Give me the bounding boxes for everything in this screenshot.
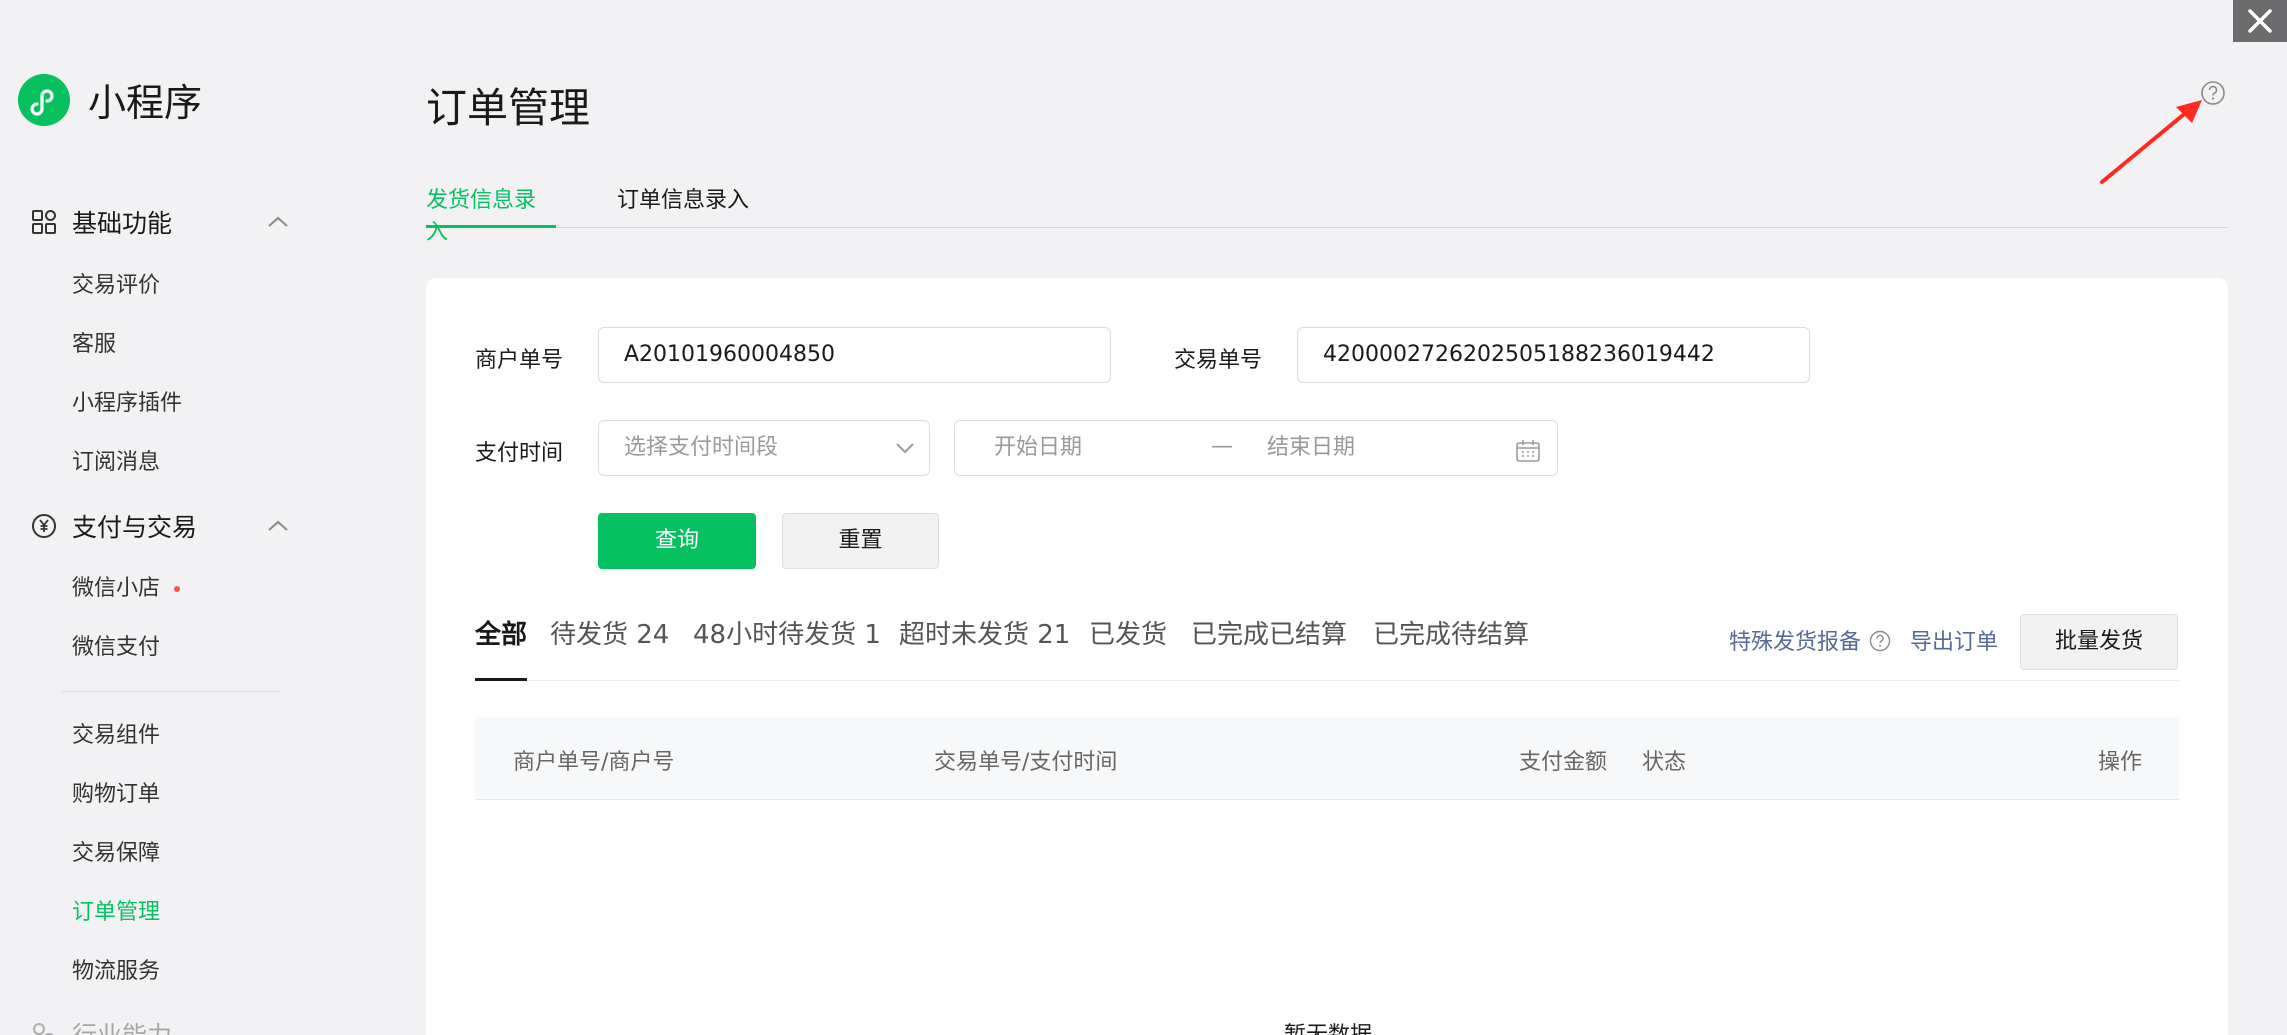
active-tab-indicator: [475, 678, 527, 681]
status-tab-settled[interactable]: 已完成已结算: [1191, 614, 1347, 651]
industry-icon: [30, 1020, 58, 1035]
notification-dot: [174, 586, 181, 592]
sidebar-item-customer-service[interactable]: 客服: [72, 329, 116, 361]
nav-group-label: 行业能力: [72, 1016, 172, 1035]
brand-name: 小程序: [88, 81, 203, 125]
sidebar-item-order-management[interactable]: 订单管理: [72, 897, 160, 929]
pay-time-select[interactable]: 选择支付时间段: [598, 420, 930, 476]
sidebar-item-plugins[interactable]: 小程序插件: [72, 388, 182, 420]
status-tab-overdue[interactable]: 超时未发货 21: [899, 614, 1070, 651]
top-tabs: 发货信息录入 订单信息录入: [426, 170, 2228, 245]
sidebar-item-subscribe-messages[interactable]: 订阅消息: [72, 447, 160, 479]
pay-time-label: 支付时间: [475, 441, 564, 466]
table-header: 商户单号/商户号 交易单号/支付时间 支付金额 状态 操作: [475, 717, 2179, 800]
start-date-input[interactable]: 开始日期: [994, 421, 1082, 475]
chevron-up-icon: [268, 216, 288, 227]
empty-state-text: 暂无数据: [1284, 1017, 1372, 1035]
status-tab-pending-settlement[interactable]: 已完成待结算: [1373, 614, 1529, 651]
sidebar-item-wechat-pay[interactable]: 微信支付: [72, 632, 160, 664]
end-date-input[interactable]: 结束日期: [1267, 421, 1355, 475]
tab-shipping-info[interactable]: 发货信息录入: [426, 182, 556, 245]
trade-no-input[interactable]: 4200002726202505188236019442: [1297, 327, 1810, 383]
query-button[interactable]: 查询: [598, 513, 756, 569]
trade-no-label: 交易单号: [1174, 348, 1263, 373]
brand: 小程序: [18, 72, 202, 127]
batch-ship-button[interactable]: 批量发货: [2020, 614, 2178, 670]
question-circle-icon: [1869, 630, 1891, 652]
merchant-no-input[interactable]: A20101960004850: [598, 327, 1111, 383]
yuan-circle-icon: [30, 512, 58, 540]
status-tab-pending[interactable]: 待发货 24: [550, 614, 669, 651]
calendar-icon: [1516, 440, 1540, 462]
column-actions: 操作: [2098, 750, 2143, 775]
export-orders-link[interactable]: 导出订单: [1910, 624, 1998, 656]
app-window: 小程序 基础功能 交易评价 客服 小程序插件 订阅消息 支付与交易 微信小店 微…: [0, 0, 2287, 1035]
nav-group-basic[interactable]: 基础功能: [30, 202, 290, 242]
sidebar-item-logistics[interactable]: 物流服务: [72, 956, 160, 988]
close-icon: [2248, 9, 2272, 33]
status-tab-48h-pending[interactable]: 48小时待发货 1: [693, 614, 881, 651]
filter-card: [426, 278, 2228, 1035]
nav-divider: [62, 691, 280, 692]
column-merchant: 商户单号/商户号: [513, 750, 675, 775]
special-report-label: 特殊发货报备: [1729, 630, 1862, 655]
sidebar-item-wechat-shop[interactable]: 微信小店: [72, 573, 181, 605]
pay-time-select-placeholder: 选择支付时间段: [624, 435, 779, 460]
sidebar-item-trade-guarantee[interactable]: 交易保障: [72, 838, 160, 870]
column-trade: 交易单号/支付时间: [934, 750, 1118, 775]
sidebar-item-trade-component[interactable]: 交易组件: [72, 720, 160, 752]
sidebar-item-shopping-orders[interactable]: 购物订单: [72, 779, 160, 811]
chevron-up-icon: [268, 520, 288, 531]
reset-button[interactable]: 重置: [782, 513, 939, 569]
merchant-no-label: 商户单号: [475, 348, 564, 373]
column-status: 状态: [1642, 750, 1687, 775]
date-separator: —: [1211, 434, 1233, 459]
nav-group-label: 支付与交易: [72, 513, 198, 542]
mini-program-logo: [18, 73, 70, 126]
nav-group-label: 基础功能: [72, 209, 173, 238]
apps-grid-icon: [30, 208, 58, 236]
date-range-picker[interactable]: 开始日期 — 结束日期: [954, 420, 1558, 476]
close-button[interactable]: [2233, 0, 2287, 42]
status-tab-shipped[interactable]: 已发货: [1089, 614, 1167, 651]
sidebar-item-trade-review[interactable]: 交易评价: [72, 270, 160, 302]
nav-group-industry[interactable]: 行业能力: [30, 1014, 290, 1035]
nav-group-payment[interactable]: 支付与交易: [30, 506, 290, 546]
page-title: 订单管理: [426, 84, 590, 132]
tab-order-info[interactable]: 订单信息录入: [617, 182, 749, 228]
sidebar-item-label: 微信小店: [72, 576, 161, 601]
column-amount: 支付金额: [1519, 750, 1608, 775]
status-tab-all[interactable]: 全部: [475, 614, 527, 651]
status-tabs-divider: [475, 680, 2179, 681]
special-report-link[interactable]: 特殊发货报备: [1729, 624, 1891, 656]
sidebar: 小程序 基础功能 交易评价 客服 小程序插件 订阅消息 支付与交易 微信小店 微…: [0, 0, 340, 1035]
chevron-down-icon: [896, 443, 914, 454]
